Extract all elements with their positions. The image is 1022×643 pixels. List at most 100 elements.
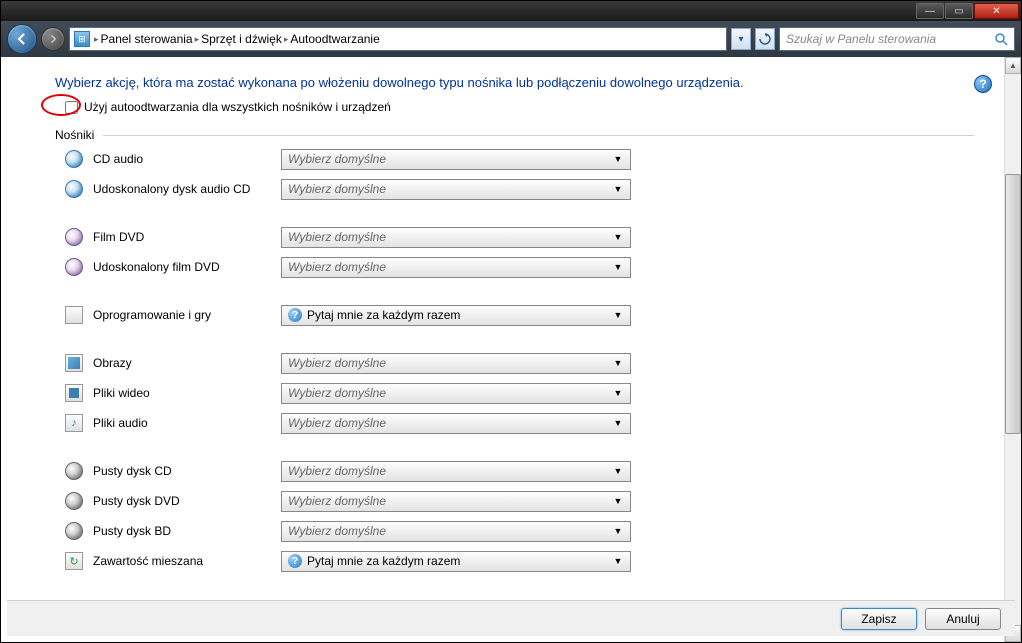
combobox-value: Wybierz domyślne <box>288 524 386 538</box>
close-button[interactable]: ✕ <box>974 3 1019 19</box>
action-combobox[interactable]: Wybierz domyślne ▼ <box>281 521 631 542</box>
disc-grey-icon <box>65 462 83 480</box>
action-combobox[interactable]: Wybierz domyślne▼ <box>281 257 631 278</box>
use-autoplay-checkbox[interactable] <box>65 101 78 114</box>
media-row: Film DVD Wybierz domyślne ▼ <box>65 222 974 252</box>
aud-icon: ♪ <box>65 414 83 432</box>
media-label: Pusty dysk CD <box>93 464 281 478</box>
media-row: Pusty dysk BD Wybierz domyślne ▼ <box>65 516 974 546</box>
chevron-down-icon: ▼ <box>610 496 626 506</box>
media-row: ↻ Zawartość mieszana? Pytaj mnie za każdym… <box>65 546 974 576</box>
scroll-thumb[interactable] <box>1005 174 1021 434</box>
back-button[interactable] <box>7 24 37 54</box>
save-button[interactable]: Zapisz <box>841 608 917 630</box>
media-label: Obrazy <box>93 356 281 370</box>
box-icon <box>65 306 83 324</box>
chevron-down-icon: ▼ <box>610 466 626 476</box>
footer-bar: Zapisz Anuluj <box>7 600 1015 636</box>
forward-button[interactable] <box>41 27 65 51</box>
chevron-down-icon: ▼ <box>610 418 626 428</box>
action-combobox[interactable]: Wybierz domyślne ▼ <box>281 353 631 374</box>
breadcrumb-sep-icon: ▸ <box>195 34 200 45</box>
question-icon: ? <box>288 554 302 568</box>
combobox-value: Wybierz domyślne <box>288 230 386 244</box>
refresh-button[interactable] <box>755 28 775 50</box>
breadcrumb: ▸ Panel sterowania ▸ Sprzęt i dźwięk ▸ A… <box>94 32 380 46</box>
search-placeholder: Szukaj w Panelu sterowania <box>786 32 936 46</box>
action-combobox[interactable]: Wybierz domyślne ▼ <box>281 413 631 434</box>
breadcrumb-item[interactable]: Sprzęt i dźwięk <box>201 32 282 46</box>
navigation-toolbar: ⊞ ▸ Panel sterowania ▸ Sprzęt i dźwięk ▸… <box>1 21 1021 57</box>
chevron-down-icon: ▼ <box>610 526 626 536</box>
media-label: CD audio <box>93 152 281 166</box>
help-icon[interactable]: ? <box>974 75 992 93</box>
media-label: Pliki wideo <box>93 386 281 400</box>
disc-grey-icon <box>65 492 83 510</box>
chevron-down-icon: ▼ <box>610 154 626 164</box>
arrow-left-icon <box>15 32 29 46</box>
disc-grey-icon <box>65 522 83 540</box>
breadcrumb-item[interactable]: Panel sterowania <box>101 32 193 46</box>
combobox-value: Wybierz domyślne <box>288 464 386 478</box>
action-combobox[interactable]: Wybierz domyślne▼ <box>281 383 631 404</box>
media-row: Udoskonalony dysk audio CDWybierz domyśl… <box>65 174 974 204</box>
combobox-value: Wybierz domyślne <box>288 152 386 166</box>
action-combobox[interactable]: Wybierz domyślne ▼ <box>281 149 631 170</box>
media-label: Udoskonalony dysk audio CD <box>93 182 281 196</box>
combobox-value: Pytaj mnie za każdym razem <box>307 554 460 568</box>
disc-icon <box>65 180 83 198</box>
action-combobox[interactable]: Wybierz domyślne▼ <box>281 179 631 200</box>
media-label: Film DVD <box>93 230 281 244</box>
refresh-icon <box>759 33 771 45</box>
media-label: Udoskonalony film DVD <box>93 260 281 274</box>
chevron-down-icon: ▼ <box>610 184 626 194</box>
chevron-down-icon: ▼ <box>610 262 626 272</box>
combobox-value: Wybierz domyślne <box>288 386 386 400</box>
chevron-down-icon: ▼ <box>610 232 626 242</box>
media-label: Pusty dysk BD <box>93 524 281 538</box>
dvd-icon <box>65 228 83 246</box>
media-row: Udoskonalony film DVDWybierz domyślne▼ <box>65 252 974 282</box>
group-label: Nośniki <box>55 128 974 142</box>
scroll-up-button[interactable]: ▲ <box>1005 57 1021 74</box>
control-panel-icon: ⊞ <box>74 31 90 47</box>
address-dropdown-button[interactable]: ▾ <box>731 28 751 50</box>
dvd-icon <box>65 258 83 276</box>
chevron-down-icon: ▼ <box>610 310 626 320</box>
search-icon <box>994 32 1008 46</box>
combobox-value: Wybierz domyślne <box>288 416 386 430</box>
vertical-scrollbar[interactable]: ▲ ▼ <box>1004 57 1021 642</box>
window-frame: — ▭ ✕ ⊞ ▸ Panel sterowania ▸ Sprzęt i dź… <box>0 0 1022 643</box>
titlebar: — ▭ ✕ <box>1 1 1021 21</box>
action-combobox[interactable]: Wybierz domyślne ▼ <box>281 461 631 482</box>
combobox-value: Wybierz domyślne <box>288 356 386 370</box>
question-icon: ? <box>288 308 302 322</box>
arrow-right-icon <box>48 34 58 44</box>
action-combobox[interactable]: Wybierz domyślne▼ <box>281 491 631 512</box>
media-row: Pusty dysk DVDWybierz domyślne▼ <box>65 486 974 516</box>
media-label: Pusty dysk DVD <box>93 494 281 508</box>
cancel-button[interactable]: Anuluj <box>925 608 1001 630</box>
minimize-button[interactable]: — <box>916 3 944 19</box>
action-combobox[interactable]: ?Pytaj mnie za każdym razem▼ <box>281 305 631 326</box>
breadcrumb-item[interactable]: Autoodtwarzanie <box>290 32 379 46</box>
vid-icon <box>65 384 83 402</box>
media-row: Pusty dysk CD Wybierz domyślne ▼ <box>65 456 974 486</box>
breadcrumb-sep-icon: ▸ <box>284 34 289 45</box>
search-input[interactable]: Szukaj w Panelu sterowania <box>779 27 1015 51</box>
media-label: Zawartość mieszana <box>93 554 281 568</box>
action-combobox[interactable]: Wybierz domyślne ▼ <box>281 227 631 248</box>
pic-icon <box>65 354 83 372</box>
media-row: ♪Pliki audioWybierz domyślne▼ <box>65 408 974 438</box>
chevron-down-icon: ▼ <box>610 358 626 368</box>
maximize-button[interactable]: ▭ <box>945 3 973 19</box>
media-row: Oprogramowanie i gry?Pytaj mnie za każdy… <box>65 300 974 330</box>
media-label: Oprogramowanie i gry <box>93 308 281 322</box>
breadcrumb-sep-icon: ▸ <box>94 34 99 45</box>
scroll-track[interactable] <box>1005 74 1021 625</box>
chevron-down-icon: ▼ <box>610 556 626 566</box>
action-combobox[interactable]: ? Pytaj mnie za każdym razem ▼ <box>281 551 631 572</box>
page-heading: Wybierz akcję, która ma zostać wykonana … <box>55 75 974 90</box>
mix-icon: ↻ <box>65 552 83 570</box>
address-bar[interactable]: ⊞ ▸ Panel sterowania ▸ Sprzęt i dźwięk ▸… <box>69 27 727 51</box>
